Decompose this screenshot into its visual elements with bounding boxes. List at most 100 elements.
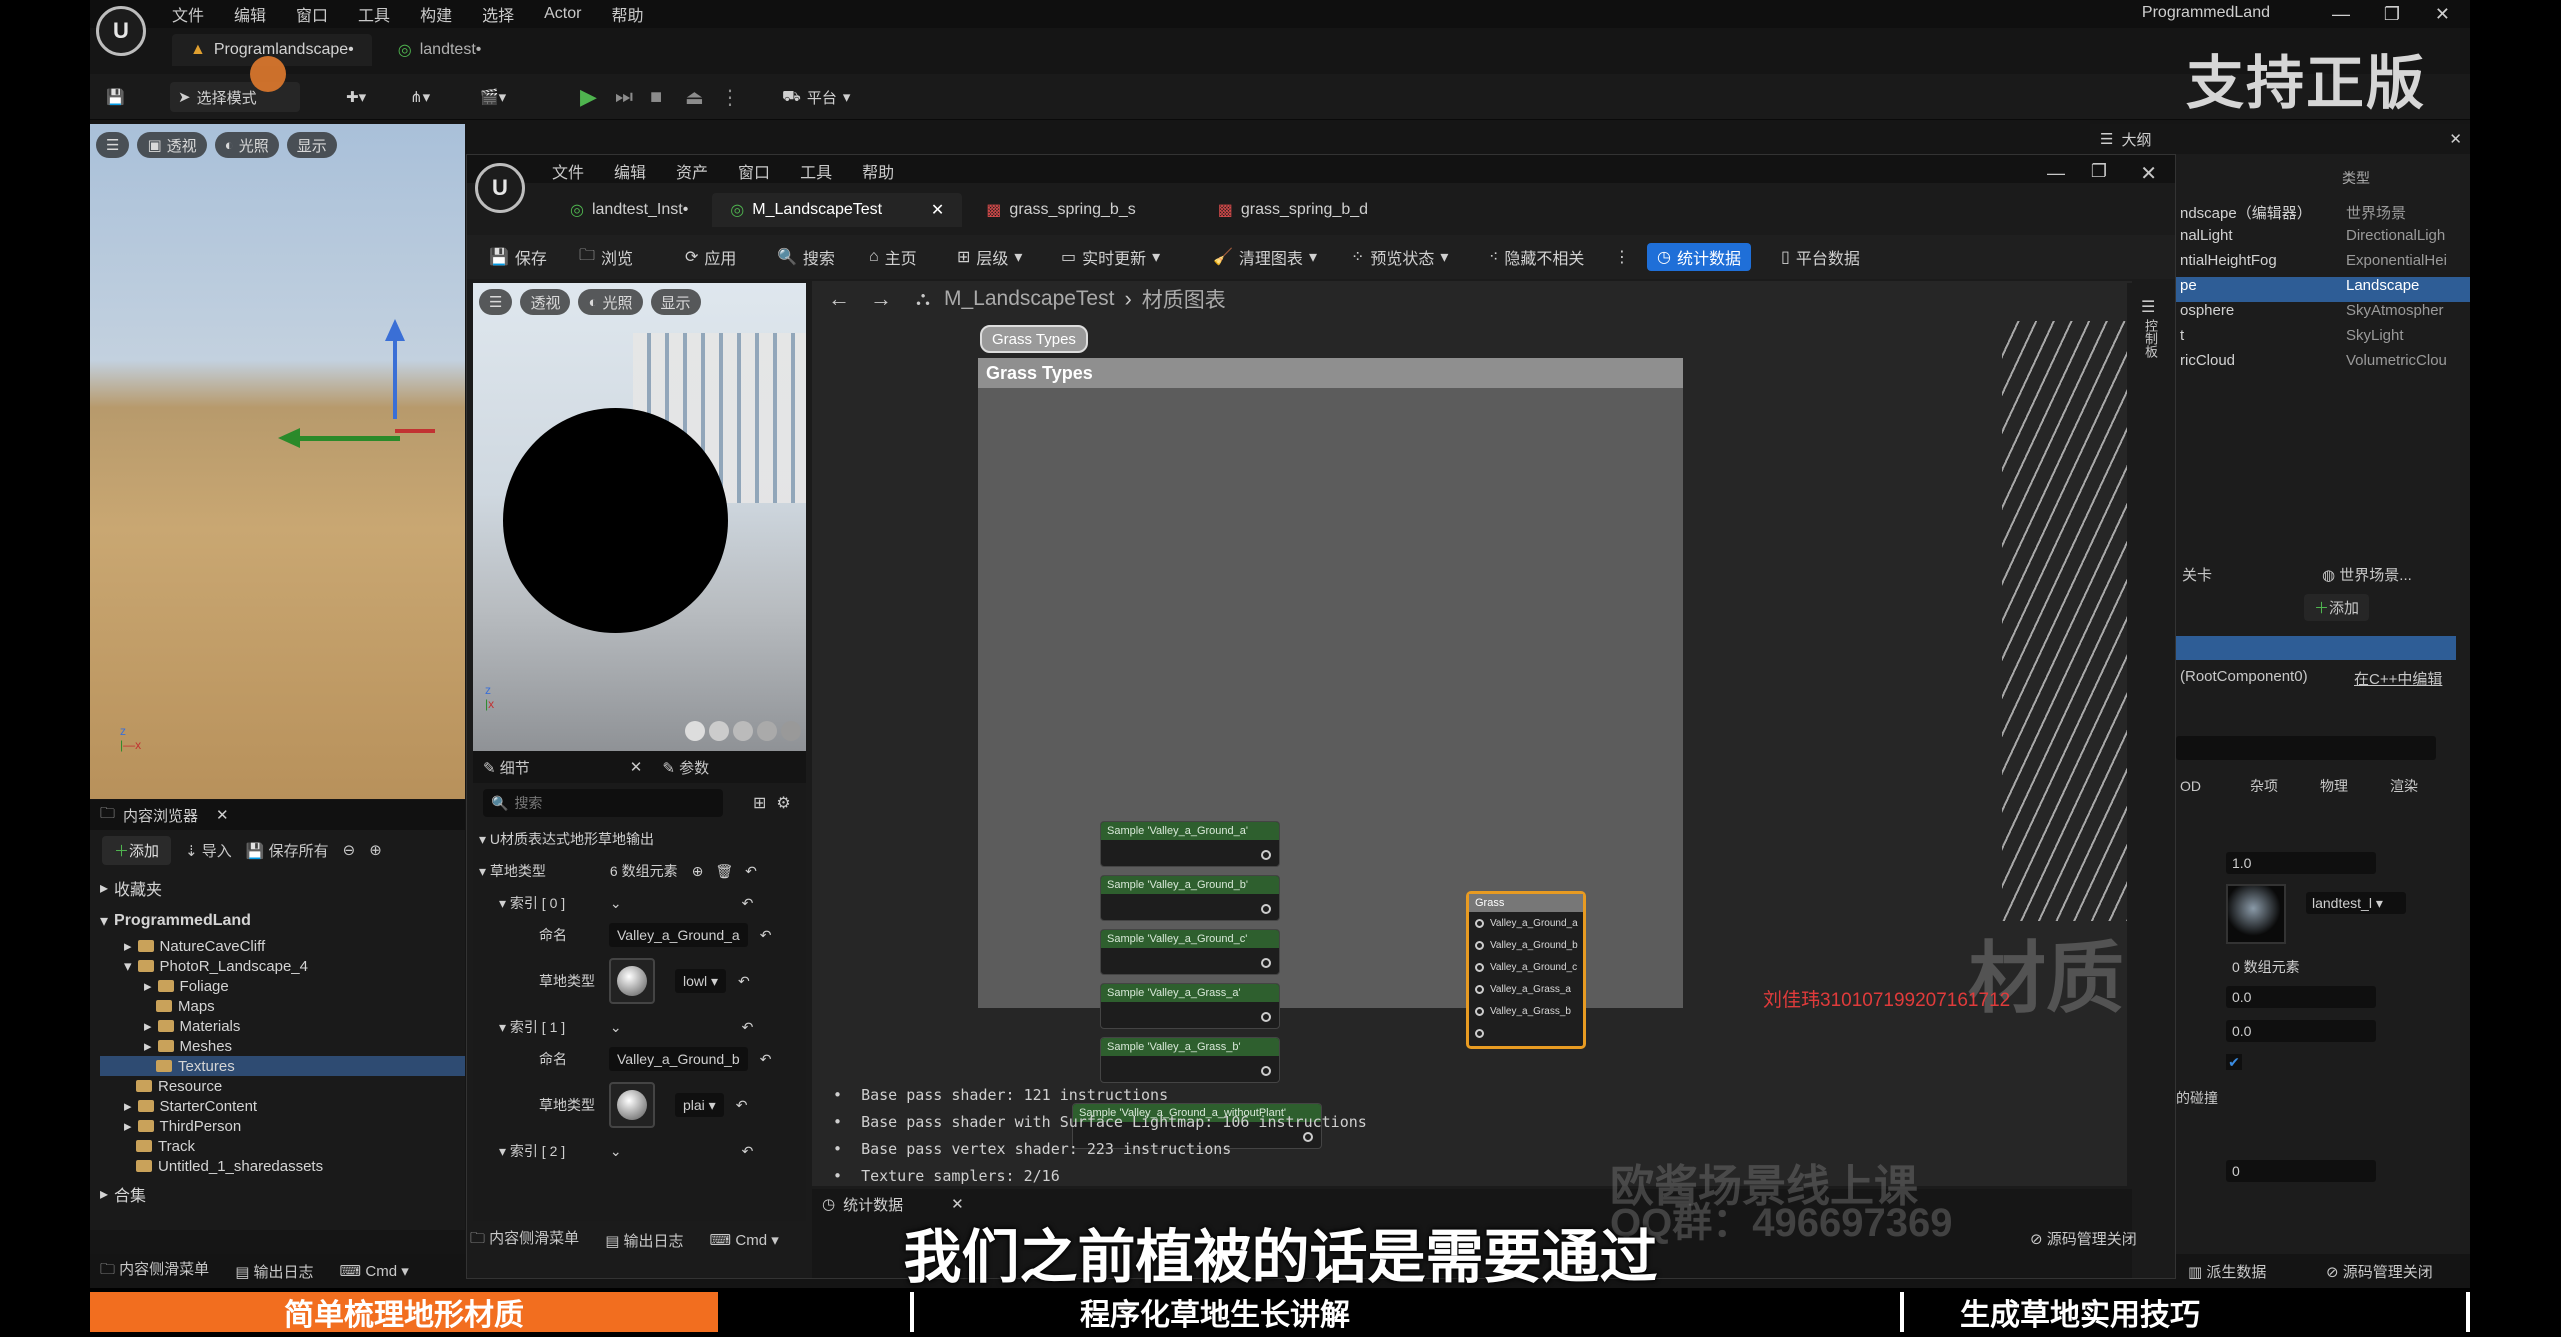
outliner-row[interactable]: t SkyLight (2176, 327, 2470, 352)
tab-grass-spring-b-d[interactable]: ▩ grass_spring_b_d (1200, 193, 1386, 227)
tree-item[interactable]: Resource (100, 1076, 465, 1096)
index-row[interactable]: ▾ 索引 [ 1 ] ⌄ ↶ (473, 1011, 806, 1043)
numeric-field[interactable]: 0 (2226, 1160, 2376, 1182)
palette-side-tab[interactable]: ☰ 控制板 (2127, 283, 2175, 1273)
reset-icon[interactable]: ↶ (742, 1143, 754, 1160)
breadcrumb-asset[interactable]: M_LandscapeTest (944, 287, 1114, 311)
clean-graph-button[interactable]: 🧹 清理图表 ▾ (1213, 243, 1317, 271)
landscape-grass-sample-node[interactable]: Sample 'Valley_a_Grass_b' (1100, 1037, 1280, 1083)
tree-item[interactable]: Untitled_1_sharedassets (100, 1156, 465, 1176)
sphere-icon[interactable] (709, 721, 729, 741)
world-button[interactable]: ◍ 世界场景... (2322, 564, 2412, 585)
output-pin[interactable] (1261, 904, 1271, 914)
project-root[interactable]: ▾ ProgrammedLand (100, 906, 465, 936)
platform-stats-button[interactable]: ▯ 平台数据 (1781, 243, 1860, 271)
gear-icon[interactable]: ⚙ (776, 793, 790, 813)
numeric-field[interactable]: 0.0 (2226, 986, 2376, 1008)
step-icon[interactable]: ⏭ (615, 82, 633, 112)
input-pin[interactable]: Valley_a_Ground_c (1469, 956, 1583, 978)
preview-menu-icon[interactable]: ☰ (479, 289, 513, 315)
show-button[interactable]: 显示 (650, 289, 701, 315)
tree-item[interactable]: ▸ Materials (100, 1016, 465, 1036)
close-icon[interactable]: ✕ (630, 758, 643, 776)
menu-help[interactable]: 帮助 (611, 2, 643, 26)
maximize-icon[interactable]: ❐ (2091, 161, 2107, 182)
tree-item[interactable]: ▾ PhotoR_Landscape_4 (100, 956, 465, 976)
landscape-grass-sample-node[interactable]: Sample 'Valley_a_Ground_b' (1100, 875, 1280, 921)
filter-tab[interactable]: 渲染 (2390, 776, 2460, 796)
index-row[interactable]: ▾ 索引 [ 2 ] ⌄ ↶ (473, 1135, 806, 1167)
menu-file[interactable]: 文件 (172, 2, 204, 26)
landscape-grass-sample-node[interactable]: Sample 'Valley_a_Ground_c' (1100, 929, 1280, 975)
hierarchy-button[interactable]: ⊞ 层级 ▾ (957, 243, 1022, 271)
reset-icon[interactable]: ↶ (738, 973, 750, 990)
perspective-button[interactable]: 透视 (520, 289, 571, 315)
outliner-row[interactable]: ntialHeightFog ExponentialHei (2176, 252, 2470, 277)
add-button[interactable]: ＋添加 (102, 835, 172, 865)
eject-icon[interactable]: ⏏ (685, 82, 704, 112)
add-element-icon[interactable]: ⊕ (692, 863, 704, 880)
input-pin[interactable]: Valley_a_Grass_a (1469, 978, 1583, 1000)
comment-bubble[interactable]: Grass Types (980, 325, 1088, 353)
gizmo-x-axis[interactable] (395, 429, 435, 433)
tree-item[interactable]: Maps (100, 996, 465, 1016)
details-search-input[interactable]: 🔍 搜索 (483, 789, 723, 817)
preview-state-button[interactable]: ⁘ 预览状态 ▾ (1351, 243, 1448, 271)
tree-item[interactable]: ▸ StarterContent (100, 1096, 465, 1116)
palette-menu-icon[interactable]: ☰ (2141, 297, 2155, 317)
material-preview-viewport[interactable]: ☰ 透视 ◐ 光照 显示 z |x (473, 283, 806, 751)
grass-type-dropdown[interactable]: plai ▾ (675, 1093, 724, 1117)
more-icon[interactable]: ⋮ (1614, 243, 1630, 271)
menu-select[interactable]: 选择 (482, 2, 514, 26)
menu-build[interactable]: 构建 (420, 2, 452, 26)
search-button[interactable]: 🔍 搜索 (777, 243, 835, 271)
grass-type-thumbnail[interactable] (609, 1082, 655, 1128)
reset-icon[interactable]: ↶ (742, 1019, 754, 1036)
stop-icon[interactable]: ■ (650, 82, 662, 112)
component-root-row[interactable] (2176, 636, 2456, 660)
add-actor-icon[interactable]: ✚▾ (346, 82, 366, 112)
forward-icon[interactable]: ⊕ (369, 841, 382, 859)
teapot-icon[interactable] (781, 721, 801, 741)
tab-details[interactable]: ✎ 细节 (483, 757, 530, 778)
reset-icon[interactable]: ↶ (745, 863, 757, 880)
filter-tab[interactable]: 杂项 (2250, 776, 2320, 796)
cube-icon[interactable] (757, 721, 777, 741)
output-pin[interactable] (1261, 1066, 1271, 1076)
save-icon[interactable]: 💾 (106, 82, 125, 112)
tree-item[interactable]: ▸ Meshes (100, 1036, 465, 1056)
chapter-1[interactable]: 简单梳理地形材质 (90, 1292, 718, 1332)
menu-actor[interactable]: Actor (544, 5, 581, 23)
reset-icon[interactable]: ↶ (760, 1051, 772, 1068)
checkbox-checked[interactable]: ✔ (2226, 1054, 2242, 1070)
output-pin[interactable] (1261, 958, 1271, 968)
input-pin[interactable]: Valley_a_Grass_b (1469, 1000, 1583, 1022)
minimize-icon[interactable]: — (2332, 4, 2350, 25)
favorites-section[interactable]: ▸ 收藏夹 (100, 870, 465, 906)
minimize-icon[interactable]: — (2047, 163, 2065, 184)
forward-arrow-icon[interactable]: → (870, 286, 892, 312)
landscape-grass-sample-node[interactable]: Sample 'Valley_a_Grass_a' (1100, 983, 1280, 1029)
reset-icon[interactable]: ↶ (760, 927, 772, 944)
grass-type-thumbnail[interactable] (609, 958, 655, 1004)
comment-title[interactable]: Grass Types (978, 358, 1683, 388)
stats-button[interactable]: ◷ 统计数据 (1647, 243, 1751, 271)
outliner-row[interactable]: ricCloud VolumetricClou (2176, 352, 2470, 377)
more-icon[interactable]: ⋮ (720, 82, 740, 112)
import-button[interactable]: ⇣ 导入 (185, 840, 232, 861)
perspective-button[interactable]: ▣ 透视 (137, 132, 207, 158)
numeric-field[interactable]: 1.0 (2226, 852, 2376, 874)
input-pin[interactable]: Valley_a_Ground_b (1469, 934, 1583, 956)
chapter-2[interactable]: 程序化草地生长讲解 (915, 1292, 1515, 1332)
outliner-row[interactable]: nalLight DirectionalLigh (2176, 227, 2470, 252)
maximize-icon[interactable]: ❐ (2384, 4, 2400, 25)
menu-help[interactable]: 帮助 (862, 159, 894, 183)
cylinder-icon[interactable] (685, 721, 705, 741)
plane-icon[interactable] (733, 721, 753, 741)
platform-button[interactable]: ⛟ 平台 ▾ (782, 82, 850, 112)
blueprint-icon[interactable]: ⋔▾ (410, 82, 430, 112)
edit-in-cpp-link[interactable]: 在C++中编辑 (2354, 668, 2442, 689)
close-icon[interactable]: ✕ (931, 200, 944, 220)
name-input[interactable]: Valley_a_Ground_a (609, 923, 748, 947)
menu-edit[interactable]: 编辑 (614, 159, 646, 183)
